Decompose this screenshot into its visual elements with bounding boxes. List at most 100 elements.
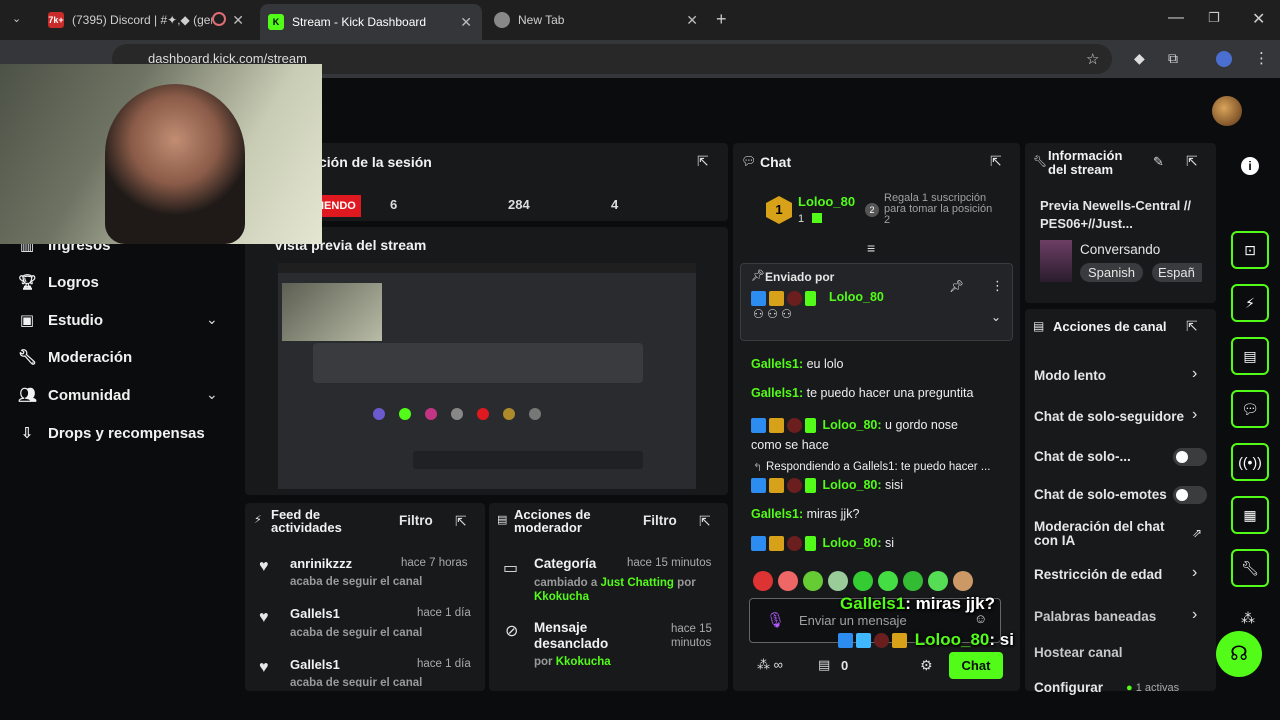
tab-new-tab[interactable]: New Tab ✕ <box>486 6 708 34</box>
emote-icon[interactable] <box>828 571 848 591</box>
chevron-down-icon[interactable]: ⌄ <box>206 311 218 328</box>
popout-icon[interactable]: ⇱ <box>699 513 711 530</box>
popout-icon[interactable]: ⇱ <box>697 153 709 170</box>
feed-user[interactable]: Gallels1 <box>290 657 340 672</box>
puzzle-icon[interactable]: ⧉ <box>1168 50 1178 67</box>
send-chat-button[interactable]: Chat <box>949 652 1003 679</box>
extension-icon[interactable]: ◆ <box>1134 50 1145 67</box>
emote-icon[interactable] <box>778 571 798 591</box>
wrench-icon: 🔧︎ <box>1241 559 1259 576</box>
close-icon[interactable]: ✕ <box>460 14 472 31</box>
emote-icon[interactable] <box>903 571 923 591</box>
support-button[interactable]: ☊ <box>1216 631 1262 677</box>
mic-icon[interactable]: 🎙︎ <box>766 611 785 629</box>
user-avatar[interactable] <box>1212 96 1242 126</box>
minimize-icon[interactable]: — <box>1168 9 1184 27</box>
channel-actions-title: Acciones de canal <box>1053 319 1167 334</box>
action-followers-only[interactable]: Chat de solo-seguidore <box>1034 409 1184 424</box>
action-ai-moderation[interactable]: Moderación del chat con IA <box>1034 520 1184 548</box>
pinned-label: Enviado por <box>765 270 835 284</box>
rail-button-tools[interactable]: 🔧︎ <box>1231 549 1269 587</box>
rail-button-quick[interactable]: ⚡︎ <box>1231 284 1269 322</box>
popout-icon[interactable]: ⇱ <box>1186 318 1198 335</box>
rail-button-broadcast[interactable]: ((•)) <box>1231 443 1269 481</box>
pin-action-icon[interactable]: 📌︎ <box>949 279 964 293</box>
stream-info-title-2: del stream <box>1048 162 1114 177</box>
sidebar-item-estudio[interactable]: ▣ Estudio <box>18 311 103 330</box>
menu-dots-icon[interactable]: ⋮ <box>1254 49 1269 67</box>
rail-button-notes[interactable]: ▤ <box>1231 337 1269 375</box>
sidebar-item-label: Drops y recompensas <box>48 424 205 442</box>
more-icon[interactable]: ⋮ <box>991 278 1004 294</box>
points-icon[interactable]: ⁂ ∞ <box>757 657 783 673</box>
chevron-down-icon[interactable]: ⌄ <box>991 310 1001 324</box>
emotes-only-toggle[interactable] <box>1173 486 1207 504</box>
emote-icon[interactable] <box>928 571 948 591</box>
feed-user[interactable]: Gallels1 <box>290 606 340 621</box>
collapse-icon[interactable]: ≡ <box>867 240 875 256</box>
external-link-icon[interactable]: ⇗ <box>1192 526 1202 540</box>
tab-discord[interactable]: 7k+ (7395) Discord | #✦,◆ (gene ✕ <box>40 6 254 34</box>
info-icon[interactable]: i <box>1241 157 1259 175</box>
stream-preview-video[interactable] <box>278 263 696 489</box>
tab-kick-dashboard[interactable]: K Stream - Kick Dashboard ✕ <box>260 4 482 40</box>
sidebar-item-drops[interactable]: ⇩ Drops y recompensas <box>18 424 205 443</box>
heart-icon: ♥ <box>259 659 269 676</box>
tag-pill[interactable]: Spanish <box>1080 263 1143 282</box>
action-configure[interactable]: Configurar <box>1034 680 1103 695</box>
pinned-message: 📌︎ Enviado por Loloo_80 📌︎ ⋮ ⚇ ⚇ ⚇ ⌄ <box>740 263 1013 341</box>
dots-icon[interactable]: ⁂ <box>1241 610 1255 627</box>
chevron-right-icon[interactable]: › <box>1192 365 1197 383</box>
chat-settings-icon[interactable]: ⚙ <box>920 657 933 674</box>
edit-icon[interactable]: ✎ <box>1153 154 1164 170</box>
mod-row-title: Categoría <box>534 556 597 571</box>
sidebar-item-moderacion[interactable]: 🔧︎ Moderación <box>18 348 132 367</box>
close-icon[interactable]: ✕ <box>686 12 698 29</box>
rail-button-chat[interactable]: 💬︎ <box>1231 390 1269 428</box>
filter-button[interactable]: Filtro <box>399 513 433 528</box>
top-gifter-name[interactable]: Loloo_80 <box>798 194 855 209</box>
filter-button[interactable]: Filtro <box>643 513 677 528</box>
emote-icon[interactable] <box>753 571 773 591</box>
sub-badge <box>787 291 802 307</box>
action-banned-words[interactable]: Palabras baneadas <box>1034 609 1156 624</box>
category-name[interactable]: Conversando <box>1080 242 1160 257</box>
chevron-down-icon[interactable]: ⌄ <box>206 386 218 403</box>
pinned-user[interactable]: Loloo_80 <box>829 290 884 304</box>
close-icon[interactable]: ✕ <box>232 12 244 29</box>
tag-pill[interactable]: Españ <box>1152 263 1202 282</box>
emote-icon[interactable] <box>878 571 898 591</box>
emote-icon[interactable] <box>853 571 873 591</box>
action-slow-mode[interactable]: Modo lento <box>1034 368 1106 383</box>
rail-button-layout[interactable]: ▦ <box>1231 496 1269 534</box>
chevron-right-icon[interactable]: › <box>1192 606 1197 624</box>
tab-list-icon[interactable]: ⌄ <box>12 12 21 25</box>
subs-only-toggle[interactable] <box>1173 448 1207 466</box>
action-age-restriction[interactable]: Restricción de edad <box>1034 567 1162 582</box>
chat-overlay-line-1: Gallels1: miras jjk? <box>840 594 995 613</box>
feed-user[interactable]: anrinikzzz <box>290 556 352 571</box>
popout-icon[interactable]: ⇱ <box>990 153 1002 170</box>
action-host-channel[interactable]: Hostear canal <box>1034 645 1123 660</box>
popout-icon[interactable]: ⇱ <box>1186 153 1198 170</box>
chevron-right-icon[interactable]: › <box>1192 406 1197 424</box>
sidebar-item-comunidad[interactable]: 👥︎ Comunidad <box>18 386 131 405</box>
popout-icon[interactable]: ⇱ <box>455 513 467 530</box>
maximize-icon[interactable]: ❐ <box>1208 10 1220 26</box>
live-badge: IENDO <box>319 195 361 217</box>
stat-viewers: 6 <box>390 197 398 212</box>
bookmark-star-icon[interactable]: ☆ <box>1086 50 1099 68</box>
active-count: ● 1 activas <box>1126 682 1180 694</box>
chat-message: Gallels1: miras jjk? <box>751 507 860 521</box>
emote-icon[interactable] <box>953 571 973 591</box>
capture-icon: ⊡ <box>1244 241 1256 258</box>
emote-icon[interactable] <box>803 571 823 591</box>
window-close-icon[interactable]: ✕ <box>1252 9 1265 29</box>
new-tab-icon[interactable]: + <box>716 9 727 30</box>
chevron-right-icon[interactable]: › <box>1192 564 1197 582</box>
rail-button-capture[interactable]: ⊡ <box>1231 231 1269 269</box>
store-icon[interactable]: ▤ <box>818 657 830 673</box>
profile-icon[interactable] <box>1216 51 1232 67</box>
sidebar-item-logros[interactable]: 🏆︎ Logros <box>18 273 99 292</box>
preview-webcam <box>282 283 382 341</box>
